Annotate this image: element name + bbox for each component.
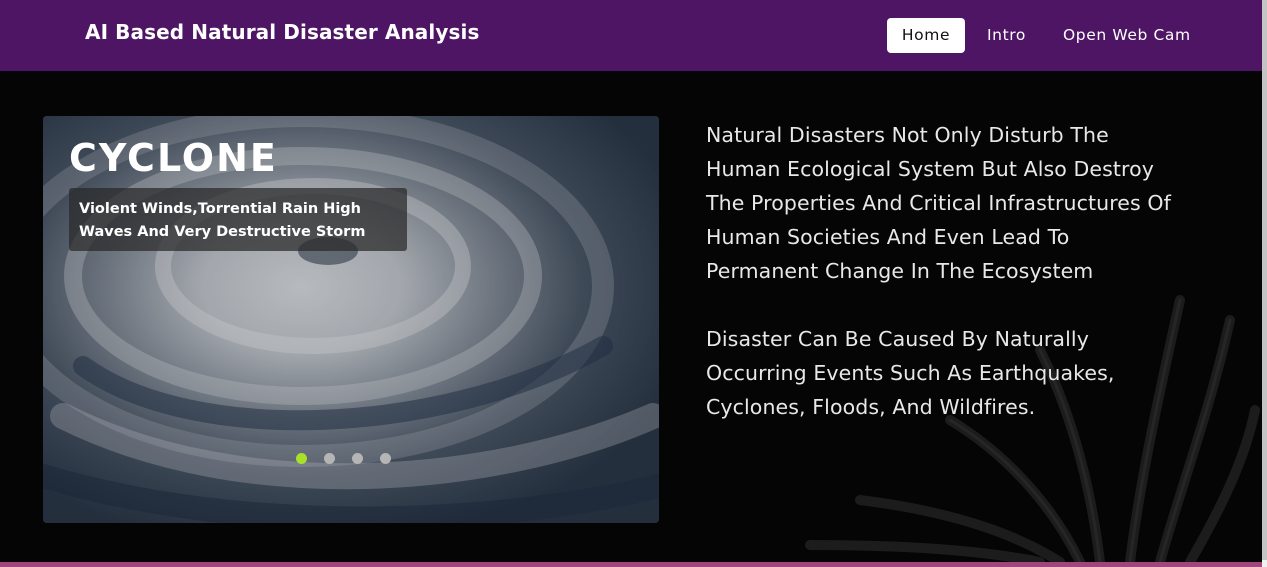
intro-paragraph-2: Disaster Can Be Caused By Naturally Occu… [706,327,1115,419]
disaster-carousel[interactable]: CYCLONE Violent Winds,Torrential Rain Hi… [43,116,659,523]
nav-intro-link[interactable]: Intro [974,18,1039,53]
bottom-border [0,562,1262,567]
carousel-dot-4[interactable] [380,453,391,464]
brand-title[interactable]: AI Based Natural Disaster Analysis [85,20,479,44]
intro-text-block: Natural Disasters Not Only Disturb The H… [706,118,1176,424]
slide-title: CYCLONE [69,136,278,180]
navbar: AI Based Natural Disaster Analysis Home … [0,0,1262,71]
page: AI Based Natural Disaster Analysis Home … [0,0,1267,567]
slide-caption-box: Violent Winds,Torrential Rain High Waves… [69,188,407,251]
page-scrollbar[interactable] [1262,0,1267,567]
intro-paragraph-1: Natural Disasters Not Only Disturb The H… [706,123,1171,283]
nav-home-link[interactable]: Home [887,18,965,53]
carousel-dot-3[interactable] [352,453,363,464]
slide-caption: Violent Winds,Torrential Rain High Waves… [79,201,366,240]
carousel-dot-2[interactable] [324,453,335,464]
carousel-dot-1[interactable] [296,453,307,464]
nav-open-web-cam-link[interactable]: Open Web Cam [1050,18,1204,53]
scrollbar-thumb[interactable] [1262,0,1267,560]
